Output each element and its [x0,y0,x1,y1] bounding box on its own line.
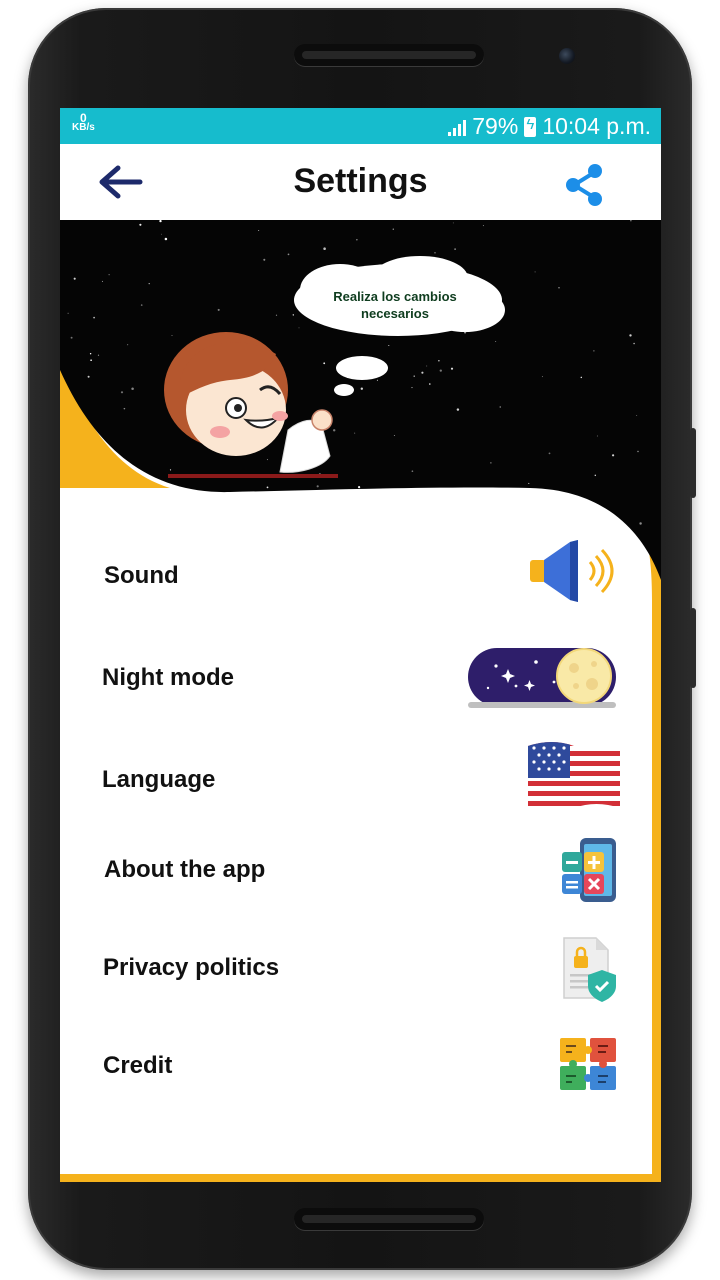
front-camera [559,48,575,64]
earpiece-speaker [294,44,484,66]
setting-row-night-mode[interactable]: Night mode [60,638,661,718]
app-screen: Realiza los cambios necesarios 0 KB/s 79… [60,108,661,1182]
setting-label-about: About the app [104,856,266,883]
bottom-accent-bar [60,1174,661,1182]
speaker-icon[interactable] [526,536,616,606]
setting-label-credit: Credit [103,1052,173,1079]
puzzle-icon[interactable] [558,1034,622,1098]
setting-label-night-mode: Night mode [102,664,234,691]
power-button [690,428,696,498]
settings-list: Sound Night mode Language About the app … [60,108,661,1182]
us-flag-icon[interactable] [526,740,622,814]
setting-label-sound: Sound [104,562,179,589]
bottom-speaker [294,1208,484,1230]
setting-row-sound[interactable]: Sound [60,536,661,616]
setting-row-credit[interactable]: Credit [60,1032,661,1112]
setting-row-privacy[interactable]: Privacy politics [60,934,661,1014]
setting-row-language[interactable]: Language [60,740,661,820]
night-mode-toggle[interactable] [466,644,618,710]
setting-label-language: Language [102,766,216,793]
setting-row-about[interactable]: About the app [60,836,661,916]
calculator-phone-icon[interactable] [560,836,620,906]
privacy-document-icon[interactable] [560,934,620,1004]
setting-label-privacy: Privacy politics [103,954,280,981]
volume-button [690,608,696,688]
